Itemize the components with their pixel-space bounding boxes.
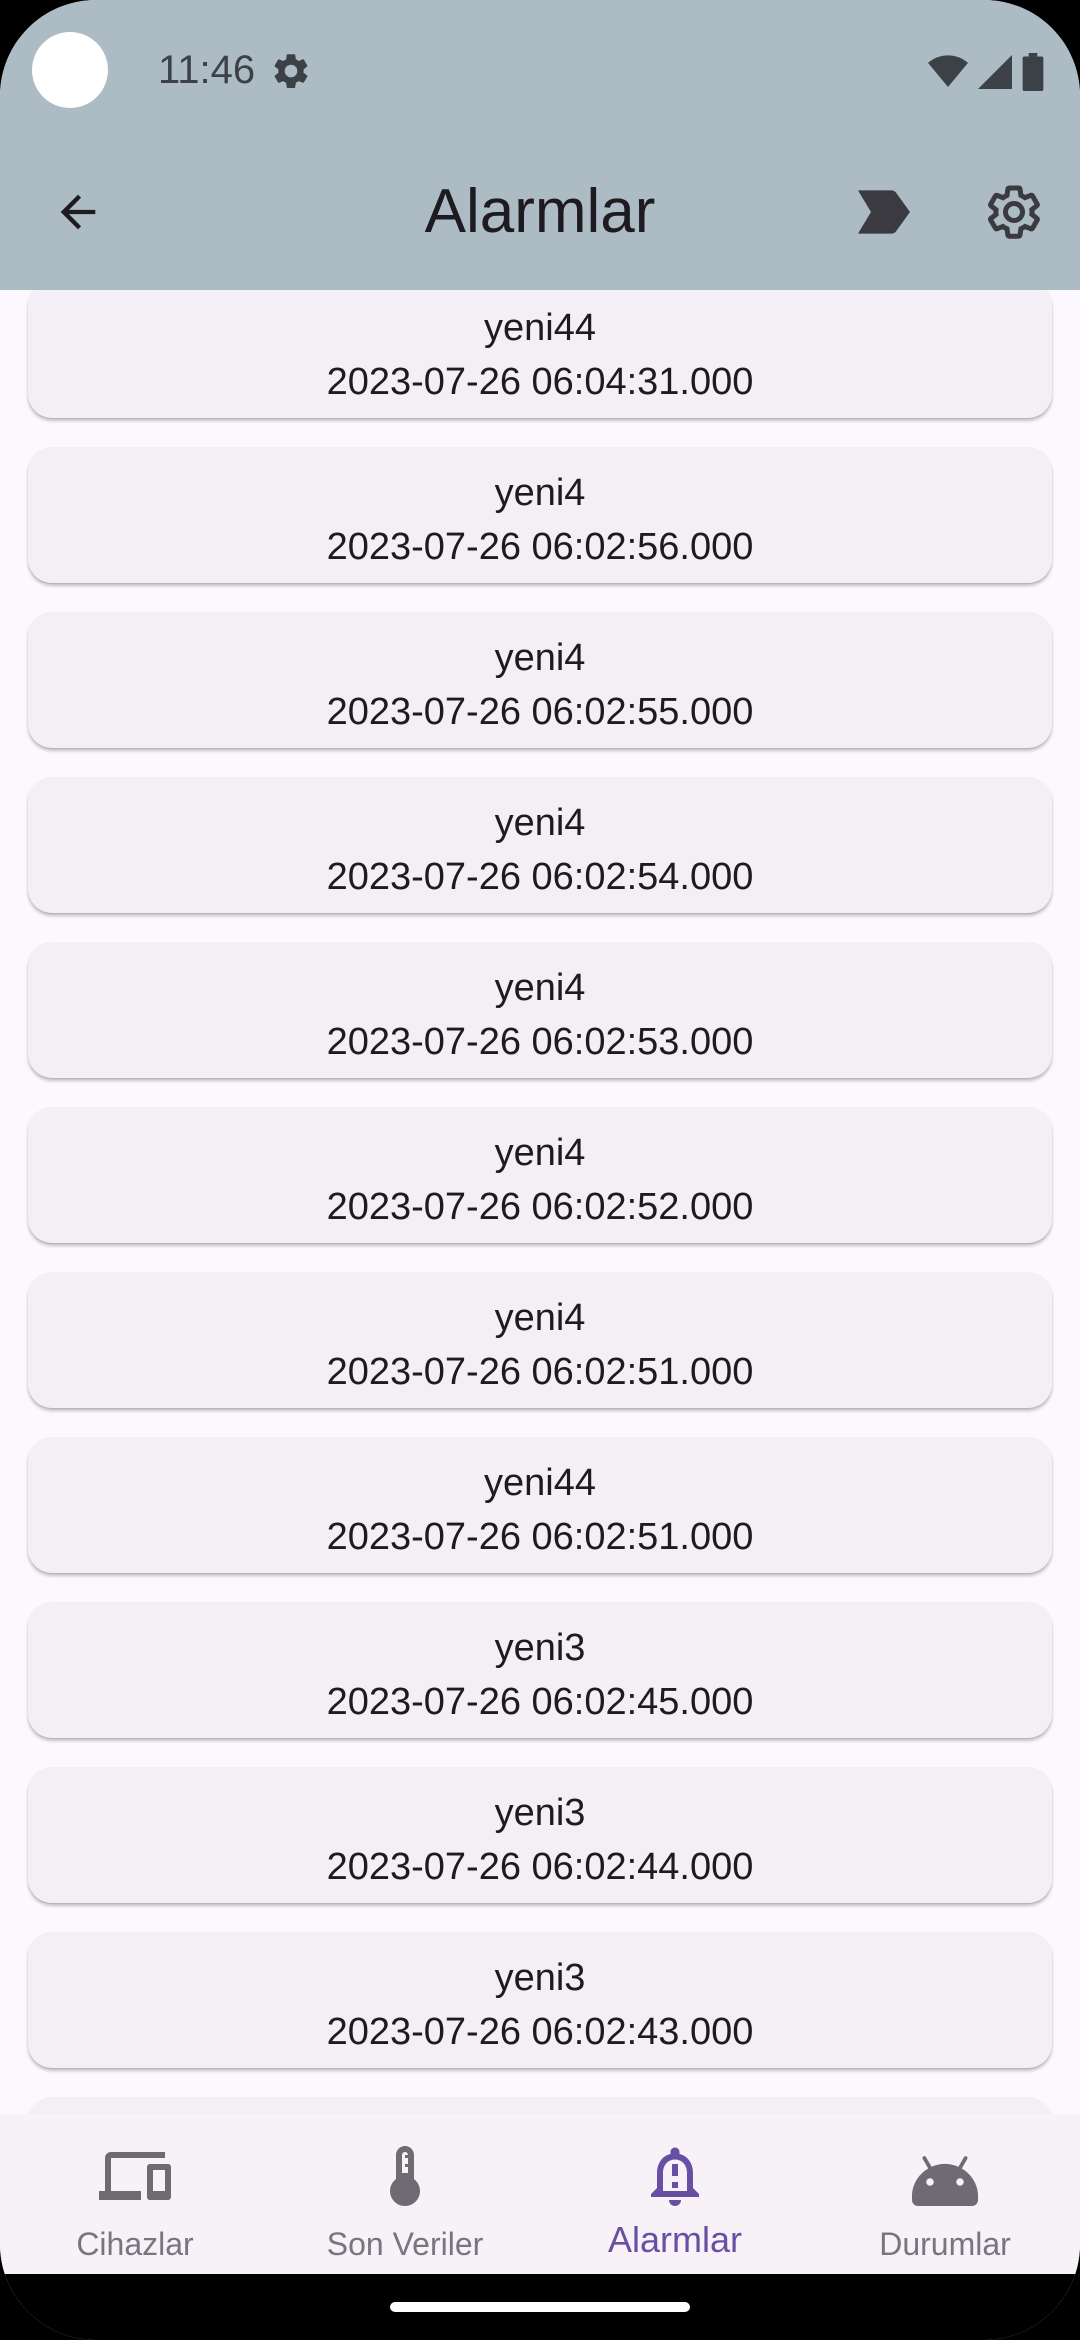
alarm-card[interactable]: yeni4 2023-07-26 06:02:56.000 (28, 447, 1052, 583)
alarm-timestamp: 2023-07-26 06:02:45.000 (326, 1681, 754, 1723)
alarm-name: yeni44 (484, 1462, 596, 1504)
page-title: Alarmlar (424, 177, 656, 246)
alarm-timestamp: 2023-07-26 06:02:43.000 (326, 2011, 754, 2053)
alarm-name: yeni44 (484, 307, 596, 349)
wifi-icon (928, 55, 968, 87)
alarm-card[interactable]: yeni3 2023-07-26 06:02:43.000 (28, 1932, 1052, 2068)
alarm-card[interactable]: yeni4 2023-07-26 06:02:52.000 (28, 1107, 1052, 1243)
alarm-timestamp: 2023-07-26 06:02:56.000 (326, 526, 754, 568)
nav-item-cihazlar[interactable]: Cihazlar (0, 2114, 270, 2274)
alarm-timestamp: 2023-07-26 06:02:54.000 (326, 856, 754, 898)
status-time: 11:46 (158, 48, 256, 92)
alarm-timestamp: 2023-07-26 06:02:52.000 (326, 1186, 754, 1228)
notification-important-icon (651, 2147, 699, 2206)
top-bar: 11:46 Alarmlar (0, 0, 1080, 290)
bottom-navigation: Cihazlar Son Veriler Alarmlar Durumlar (0, 2114, 1080, 2274)
alarm-card[interactable]: yeni4 2023-07-26 06:02:54.000 (28, 777, 1052, 913)
alarm-name: yeni4 (494, 802, 586, 844)
status-bar: 11:46 (0, 0, 1080, 140)
alarm-name: yeni4 (494, 637, 586, 679)
alarm-timestamp: 2023-07-26 06:04:31.000 (326, 361, 754, 403)
app-bar: Alarmlar (0, 150, 1080, 274)
label-important-icon (858, 190, 910, 234)
label-button[interactable] (852, 180, 916, 244)
alarm-card[interactable]: yeni44 2023-07-26 06:02:51.000 (28, 1437, 1052, 1573)
phone-screen: 11:46 Alarmlar yeni44 2023-07-26 06:04:3… (0, 0, 1080, 2340)
nav-item-durumlar[interactable]: Durumlar (810, 2114, 1080, 2274)
alarm-name: yeni3 (494, 1627, 586, 1669)
alarm-card[interactable]: yeni4 2023-07-26 06:02:53.000 (28, 942, 1052, 1078)
alarm-timestamp: 2023-07-26 06:02:51.000 (326, 1351, 754, 1393)
nav-label: Son Veriler (326, 2226, 484, 2262)
alarm-name: yeni4 (494, 472, 586, 514)
nav-label: Durumlar (879, 2226, 1011, 2262)
thermostat-icon (390, 2146, 420, 2206)
android-icon (912, 2156, 978, 2206)
nav-label: Alarmlar (607, 2219, 742, 2260)
alarm-timestamp: 2023-07-26 06:02:53.000 (326, 1021, 754, 1063)
alarm-card[interactable]: yeni3 2023-07-26 06:02:45.000 (28, 1602, 1052, 1738)
alarm-card[interactable]: yeni3 2023-07-26 06:02:44.000 (28, 1767, 1052, 1903)
home-gesture-handle[interactable] (390, 2302, 690, 2312)
alarm-list[interactable]: yeni44 2023-07-26 06:04:31.000 yeni4 202… (0, 290, 1080, 2114)
cellular-signal-icon (978, 55, 1012, 89)
alarm-card-partial[interactable] (28, 2097, 1052, 2114)
alarm-name: yeni3 (494, 1792, 586, 1834)
gesture-navigation-area (0, 2274, 1080, 2340)
status-icons (928, 52, 1044, 92)
alarm-card[interactable]: yeni4 2023-07-26 06:02:51.000 (28, 1272, 1052, 1408)
alarm-name: yeni4 (494, 1132, 586, 1174)
nav-item-alarmlar[interactable]: Alarmlar (540, 2114, 810, 2274)
alarm-card[interactable]: yeni4 2023-07-26 06:02:55.000 (28, 612, 1052, 748)
alarm-timestamp: 2023-07-26 06:02:44.000 (326, 1846, 754, 1888)
nav-label: Cihazlar (76, 2226, 194, 2262)
devices-icon (99, 2152, 171, 2200)
alarm-timestamp: 2023-07-26 06:02:51.000 (326, 1516, 754, 1558)
alarm-timestamp: 2023-07-26 06:02:55.000 (326, 691, 754, 733)
settings-status-icon (274, 54, 308, 88)
settings-icon (988, 185, 1040, 239)
alarm-name: yeni4 (494, 967, 586, 1009)
battery-icon (1022, 53, 1044, 91)
nav-item-son-veriler[interactable]: Son Veriler (270, 2114, 540, 2274)
alarm-card[interactable]: yeni44 2023-07-26 06:04:31.000 (28, 290, 1052, 418)
alarm-name: yeni4 (494, 1297, 586, 1339)
alarm-name: yeni3 (494, 1957, 586, 1999)
camera-cutout (32, 32, 108, 108)
settings-button[interactable] (980, 178, 1048, 246)
